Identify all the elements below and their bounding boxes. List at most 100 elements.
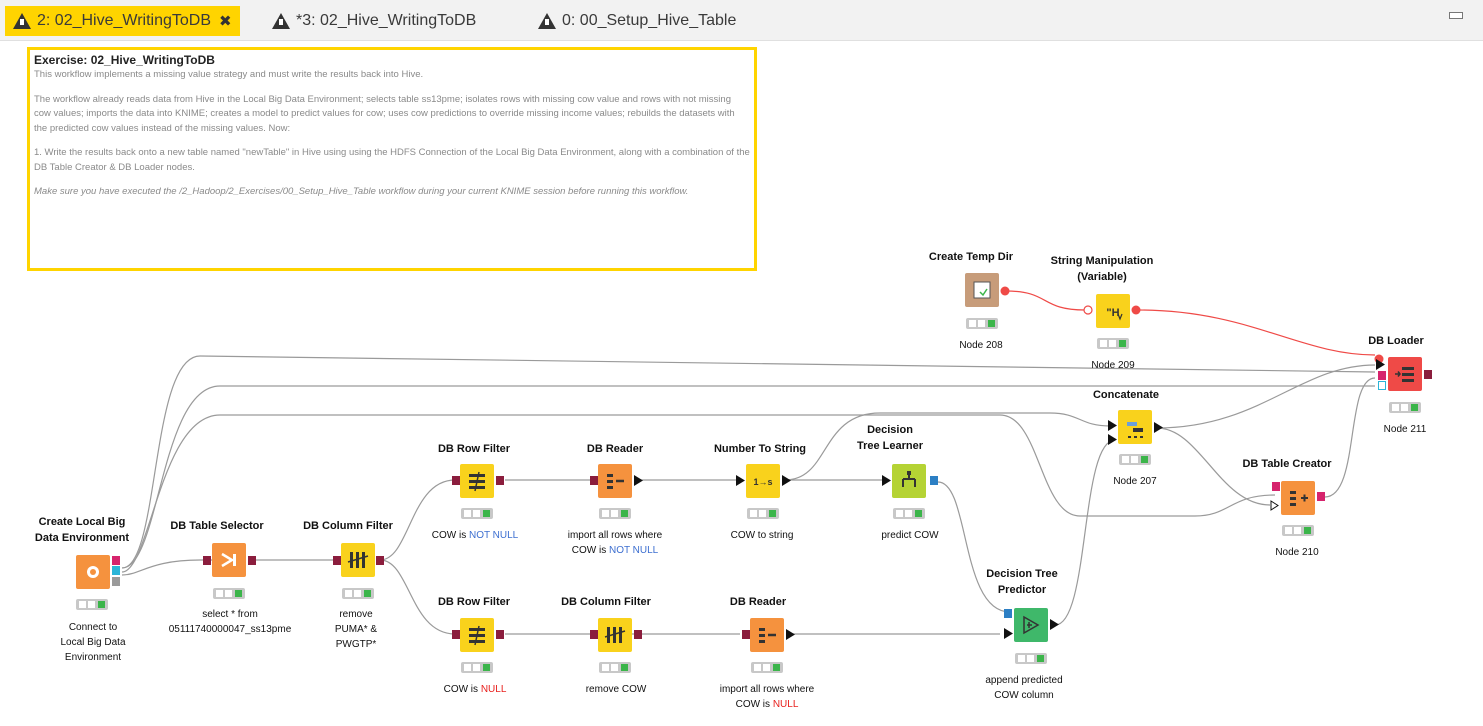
output-port[interactable] [1050,619,1060,630]
annotation-title: Exercise: 02_Hive_WritingToDB [34,53,215,67]
node-status [1097,338,1129,349]
row-filter-icon [469,471,485,492]
decision-tree-learner-node[interactable] [892,464,926,498]
node-label: Node 209 [1091,360,1135,371]
label-highlight: NULL [480,684,507,695]
create-temp-dir-node[interactable] [965,273,999,307]
concatenate-icon [1127,422,1143,438]
table-creator-icon [1290,491,1308,506]
hdfs-connection-port[interactable] [112,566,120,575]
annotation-paragraph: This workflow implements a missing value… [34,69,424,80]
workflow-annotation[interactable]: Exercise: 02_Hive_WritingToDB This workf… [27,47,757,271]
node-label: remove COW [585,684,647,695]
file-system-input-port[interactable] [1378,381,1386,390]
node-title: Decision Tree Predictor [986,568,1058,596]
variable-connection-stringmanip-loader [1137,309,1376,356]
output-port[interactable] [376,556,384,565]
node-title: Decision Tree Learner [856,424,924,452]
node-status [1015,653,1047,664]
output-port[interactable] [634,630,642,639]
db-connection-output-port[interactable] [1317,492,1325,501]
node-label: append predicted COW column [985,675,1063,701]
node-status [213,588,245,599]
node-title: Create Temp Dir [928,251,1014,263]
output-port[interactable] [1154,422,1164,433]
label-text: COW is [443,684,481,695]
input-port[interactable] [590,476,598,485]
concatenate-node[interactable] [1118,410,1152,444]
node-status [76,599,108,610]
output-port[interactable] [782,475,792,486]
create-local-big-data-env-node[interactable] [76,555,110,589]
db-connection-input-port[interactable] [1378,371,1386,380]
input-port[interactable] [590,630,598,639]
db-table-creator-node[interactable] [1281,481,1315,515]
input-port-1[interactable] [1108,420,1118,431]
node-status [342,588,374,599]
label-highlight: NULL [772,699,799,710]
decision-tree-predictor-node[interactable] [1014,608,1048,642]
output-port[interactable] [786,629,796,640]
output-port[interactable] [496,630,504,639]
input-port[interactable] [452,630,460,639]
node-label: remove PUMA* & PWGTP* [334,609,378,650]
db-row-filter-null-node[interactable] [460,618,494,652]
node-status [1282,525,1314,536]
output-port[interactable] [496,476,504,485]
node-label: predict COW [881,530,939,541]
db-row-filter-not-null-node[interactable] [460,464,494,498]
connection-env-creator [121,414,1276,573]
node-label: import all rows where COW is NULL [690,682,844,712]
spark-context-port[interactable] [112,577,120,586]
number-to-string-node[interactable]: 1→s [746,464,780,498]
data-input-port[interactable] [1376,359,1386,370]
input-port[interactable] [742,630,750,639]
node-status [461,508,493,519]
node-status [747,508,779,519]
output-port[interactable] [1424,370,1432,379]
node-label: COW is NOT NULL [410,528,540,543]
variable-output-port[interactable] [1000,286,1010,296]
node-title: Number To String [713,443,807,455]
node-title: DB Row Filter [437,443,511,455]
connection-concat-loader [1156,364,1376,429]
input-port[interactable] [882,475,892,486]
node-status [461,662,493,673]
data-input-port[interactable] [1004,628,1014,639]
db-reader-icon [607,474,624,489]
node-label: Node 210 [1275,547,1319,558]
output-port[interactable] [634,475,644,486]
input-port[interactable] [203,556,211,565]
input-port[interactable] [333,556,341,565]
db-loader-node[interactable] [1388,357,1422,391]
model-input-port[interactable] [1004,609,1012,618]
label-highlight: NOT NULL [468,530,519,541]
annotation-paragraph: 1. Write the results back onto a new tab… [34,147,750,173]
output-port[interactable] [248,556,256,565]
node-title: DB Row Filter [437,596,511,608]
db-column-filter-remove-cow-node[interactable] [598,618,632,652]
db-reader-not-null-node[interactable] [598,464,632,498]
db-connection-port[interactable] [112,556,120,565]
input-port[interactable] [452,476,460,485]
db-table-selector-node[interactable] [212,543,246,577]
annotation-paragraph: Make sure you have executed the /2_Hadoo… [34,186,689,197]
model-output-port[interactable] [930,476,938,485]
predictor-icon [1023,615,1040,635]
node-status [599,508,631,519]
string-manipulation-icon: "H [1106,307,1123,321]
node-title: String Manipulation (Variable) [1050,255,1154,283]
connection-env-selector [121,559,212,576]
db-column-filter-node[interactable] [341,543,375,577]
db-reader-null-node[interactable] [750,618,784,652]
input-port[interactable] [736,475,746,486]
db-connection-input-port[interactable] [1272,482,1280,491]
string-manipulation-variable-node[interactable]: "H [1096,294,1130,328]
folder-icon [973,281,991,299]
data-input-port[interactable] [1270,500,1280,511]
variable-input-port[interactable] [1083,305,1093,315]
variable-output-port[interactable] [1131,305,1141,315]
node-title: Create Local Big Data Environment [34,516,130,544]
connection-numtostr-concat [784,412,1111,481]
input-port-2[interactable] [1108,434,1118,445]
